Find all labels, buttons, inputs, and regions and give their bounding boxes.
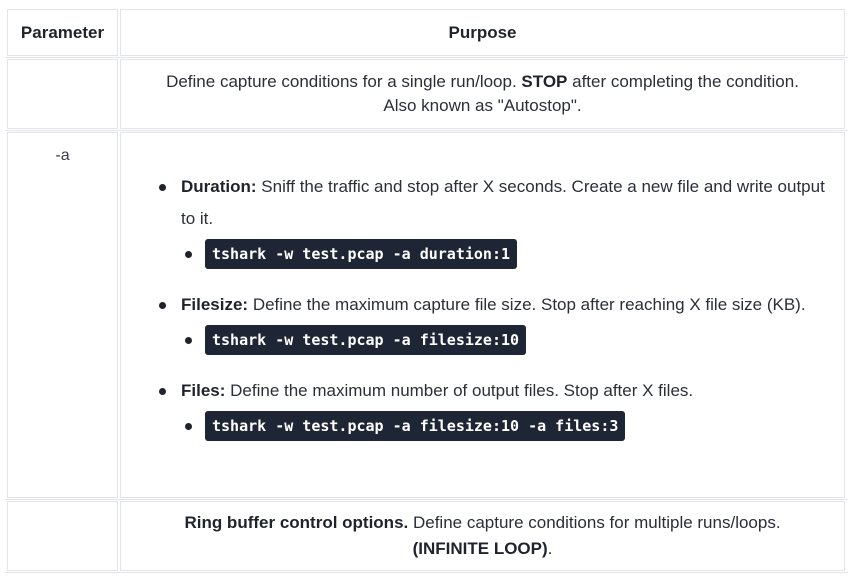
code-snippet: tshark -w test.pcap -a duration:1 (205, 239, 518, 269)
purpose-cell: Define capture conditions for a single r… (120, 59, 845, 129)
purpose-text-mid: Define capture conditions for multiple r… (408, 513, 781, 532)
purpose-text-pre: Define capture conditions for a single r… (166, 72, 522, 91)
bullet-text: Duration: Sniff the traffic and stop aft… (157, 171, 830, 235)
list-item-duration: Duration: Sniff the traffic and stop aft… (157, 171, 830, 271)
table-header-row: Parameter Purpose (6, 8, 848, 58)
header-purpose: Purpose (120, 9, 845, 56)
item-description: Define the maximum number of output file… (225, 381, 694, 400)
list-item-files: Files: Define the maximum number of outp… (157, 375, 830, 443)
table-row: -a Duration: Sniff the traffic and stop … (6, 131, 848, 500)
parameter-table: Parameter Purpose Define capture conditi… (6, 8, 848, 573)
item-description: Sniff the traffic and stop after X secon… (181, 177, 825, 228)
purpose-stop-bold: STOP (521, 72, 568, 91)
parameter-cell: -a (7, 132, 118, 498)
item-description: Define the maximum capture file size. St… (248, 295, 806, 314)
list-item-filesize: Filesize: Define the maximum capture fil… (157, 289, 830, 357)
code-snippet: tshark -w test.pcap -a filesize:10 -a fi… (205, 411, 626, 441)
purpose-cell: Duration: Sniff the traffic and stop aft… (120, 132, 845, 498)
item-label: Filesize: (181, 295, 249, 314)
table-row: Ring buffer control options. Define capt… (6, 500, 848, 573)
item-label: Duration: (181, 177, 257, 196)
parameter-cell (7, 501, 118, 571)
bullet-text: Filesize: Define the maximum capture fil… (157, 289, 830, 321)
sub-list-item: tshark -w test.pcap -a filesize:10 (157, 323, 830, 357)
sub-list-item: tshark -w test.pcap -a duration:1 (157, 237, 830, 271)
header-parameter: Parameter (7, 9, 118, 56)
item-label: Files: (181, 381, 226, 400)
bullet-text: Files: Define the maximum number of outp… (157, 375, 830, 407)
purpose-bold-ring-buffer: Ring buffer control options. (184, 513, 409, 532)
purpose-cell: Ring buffer control options. Define capt… (120, 501, 845, 571)
code-snippet: tshark -w test.pcap -a filesize:10 (205, 325, 527, 355)
table-row: Define capture conditions for a single r… (6, 58, 848, 131)
purpose-text: Define capture conditions for a single r… (161, 70, 804, 118)
sub-list-item: tshark -w test.pcap -a filesize:10 -a fi… (157, 409, 830, 443)
parameter-cell (7, 59, 118, 129)
purpose-text-post: . (547, 539, 553, 558)
purpose-text: Ring buffer control options. Define capt… (181, 510, 784, 562)
purpose-bold-infinite-loop: (INFINITE LOOP) (412, 539, 548, 558)
